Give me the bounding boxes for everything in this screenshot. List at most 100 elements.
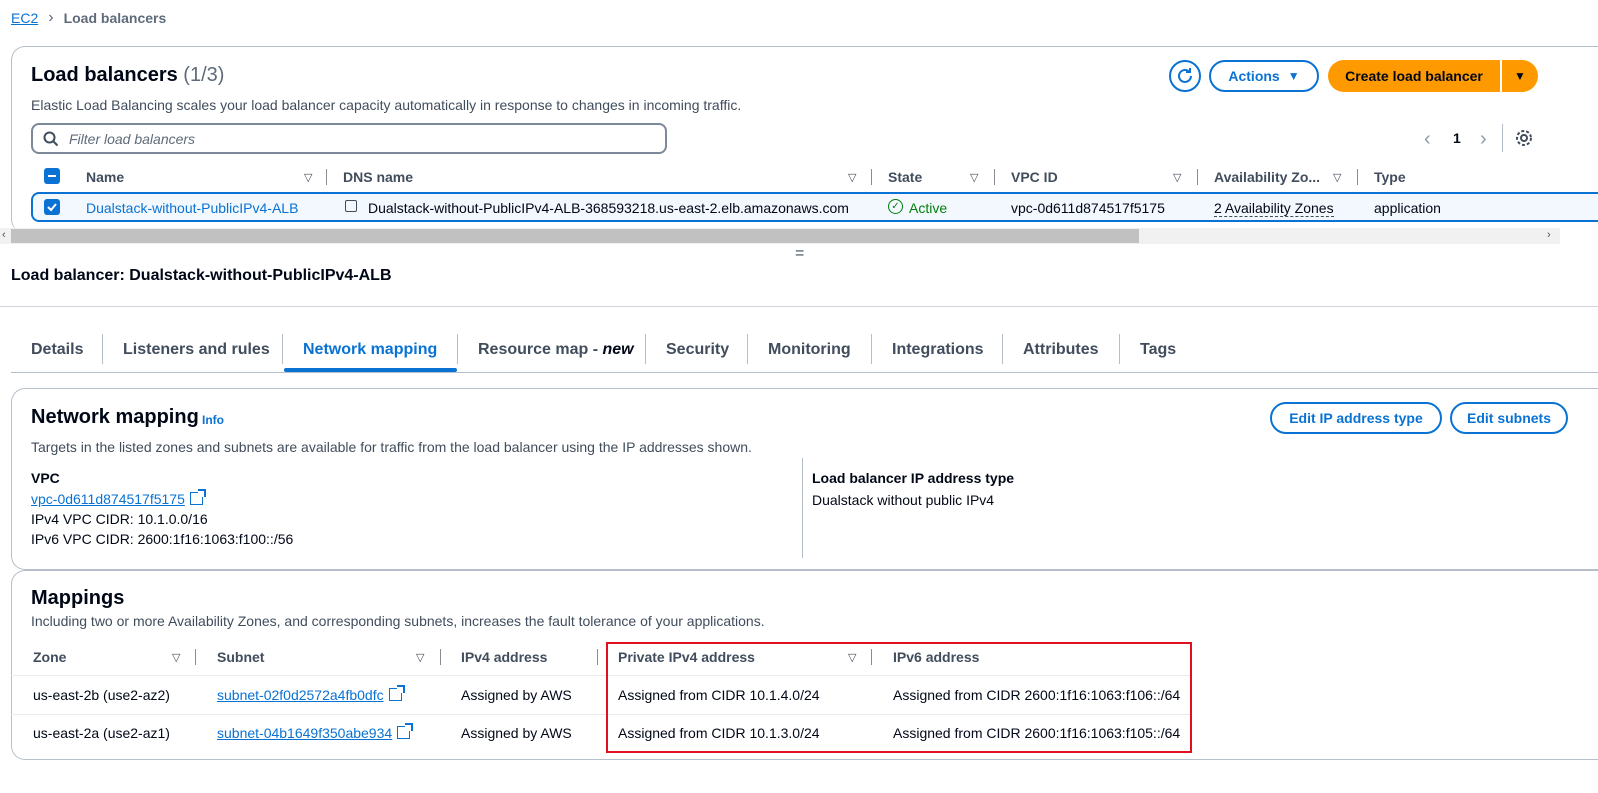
filter-search[interactable]: Filter load balancers	[31, 123, 667, 154]
mappings-title: Mappings	[31, 587, 125, 609]
col-type[interactable]: Type	[1374, 169, 1406, 185]
page-number[interactable]: 1	[1453, 130, 1461, 146]
select-all-checkbox[interactable]	[44, 168, 60, 184]
create-load-balancer-button[interactable]: Create load balancer	[1328, 60, 1500, 92]
col-divider	[994, 169, 995, 185]
col-divider	[1197, 169, 1198, 185]
sort-caret-icon[interactable]: ▽	[970, 171, 978, 184]
col-az[interactable]: Availability Zo...	[1214, 169, 1320, 185]
check-icon	[47, 203, 57, 212]
tab-network-mapping[interactable]: Network mapping	[303, 341, 437, 359]
status-check-icon: ✓	[888, 199, 903, 214]
col-ipv4[interactable]: IPv4 address	[461, 649, 547, 665]
sort-caret-icon[interactable]: ▽	[848, 171, 856, 184]
network-mapping-description: Targets in the listed zones and subnets …	[31, 439, 752, 455]
split-panel-handle[interactable]: =	[795, 245, 804, 263]
divider	[0, 306, 1598, 307]
tab-divider	[102, 334, 103, 364]
col-subnet[interactable]: Subnet	[217, 649, 264, 665]
refresh-icon	[1178, 68, 1192, 83]
external-link-icon	[388, 685, 405, 701]
col-name[interactable]: Name	[86, 169, 124, 185]
sort-caret-icon[interactable]: ▽	[1173, 171, 1181, 184]
tab-listeners[interactable]: Listeners and rules	[123, 341, 270, 359]
scroll-right-icon[interactable]: ›	[1547, 229, 1551, 241]
col-divider	[195, 649, 196, 665]
external-link-icon	[397, 723, 414, 739]
col-divider	[871, 169, 872, 185]
next-page-button[interactable]: ›	[1480, 128, 1487, 151]
copy-icon[interactable]	[345, 200, 357, 212]
tab-tags[interactable]: Tags	[1140, 341, 1176, 359]
tab-divider	[871, 334, 872, 364]
vpc-link[interactable]: vpc-0d611d874517f5175	[31, 491, 185, 507]
col-divider	[597, 649, 598, 665]
breadcrumb-current: Load balancers	[63, 10, 167, 26]
row-az[interactable]: 2 Availability Zones	[1214, 200, 1334, 217]
zone-cell: us-east-2a (use2-az1)	[33, 725, 170, 741]
sort-caret-icon[interactable]: ▽	[172, 651, 180, 664]
actions-button[interactable]: Actions ▼	[1209, 60, 1319, 92]
tab-attributes[interactable]: Attributes	[1023, 341, 1099, 359]
vpc-link-wrap: vpc-0d611d874517f5175	[31, 489, 206, 507]
gear-icon	[1516, 130, 1532, 146]
ipv4-cidr: IPv4 VPC CIDR: 10.1.0.0/16	[31, 511, 208, 527]
scrollbar-thumb[interactable]	[11, 229, 1139, 243]
ipv4-cell: Assigned by AWS	[461, 687, 572, 703]
new-badge: new	[602, 341, 634, 358]
ip-type-label: Load balancer IP address type	[812, 470, 1015, 486]
edit-subnets-button[interactable]: Edit subnets	[1450, 402, 1568, 434]
detail-title: Load balancer: Dualstack-without-PublicI…	[11, 267, 392, 284]
divider	[1502, 124, 1503, 152]
network-mapping-title: Network mapping	[31, 406, 199, 428]
search-input[interactable]: Filter load balancers	[69, 131, 195, 147]
tab-details[interactable]: Details	[31, 341, 83, 359]
ip-type-value: Dualstack without public IPv4	[812, 492, 995, 508]
tab-divider	[645, 334, 646, 364]
scroll-left-icon[interactable]: ‹	[2, 229, 6, 241]
previous-page-button[interactable]: ‹	[1424, 128, 1431, 151]
mappings-description: Including two or more Availability Zones…	[31, 613, 765, 629]
tab-divider	[1002, 334, 1003, 364]
refresh-button[interactable]	[1169, 60, 1201, 92]
tab-resource-map[interactable]: Resource map - new	[478, 341, 634, 359]
external-link-icon	[189, 489, 206, 505]
tab-monitoring[interactable]: Monitoring	[768, 341, 851, 359]
subnet-cell: subnet-04b1649f350abe934	[217, 723, 414, 741]
panel-description: Elastic Load Balancing scales your load …	[31, 97, 742, 113]
create-dropdown-button[interactable]: ▼	[1502, 60, 1538, 92]
info-link[interactable]: Info	[202, 413, 224, 427]
selection-count: (1/3)	[183, 64, 225, 86]
sort-caret-icon[interactable]: ▽	[1333, 171, 1341, 184]
row-name-link[interactable]: Dualstack-without-PublicIPv4-ALB	[86, 200, 298, 216]
subnet-link[interactable]: subnet-02f0d2572a4fb0dfc	[217, 687, 384, 703]
tab-security[interactable]: Security	[666, 341, 729, 359]
col-divider	[1357, 169, 1358, 185]
column-divider	[802, 458, 803, 558]
row-vpc: vpc-0d611d874517f5175	[1011, 200, 1165, 216]
row-dns: Dualstack-without-PublicIPv4-ALB-3685932…	[368, 200, 849, 216]
chevron-right-icon: ›	[48, 9, 54, 26]
ipv6-cidr: IPv6 VPC CIDR: 2600:1f16:1063:f100::/56	[31, 531, 294, 547]
settings-button[interactable]	[1515, 129, 1533, 150]
col-vpc[interactable]: VPC ID	[1011, 169, 1058, 185]
row-state: Active	[909, 200, 948, 216]
col-zone[interactable]: Zone	[33, 649, 66, 665]
row-checkbox[interactable]	[44, 199, 60, 215]
tab-integrations[interactable]: Integrations	[892, 341, 984, 359]
edit-ip-type-button[interactable]: Edit IP address type	[1270, 402, 1442, 434]
tab-divider	[457, 334, 458, 364]
breadcrumb-ec2-link[interactable]: EC2	[11, 10, 38, 26]
tab-divider	[282, 334, 283, 364]
caret-down-icon: ▼	[1287, 69, 1300, 83]
sort-caret-icon[interactable]: ▽	[416, 651, 424, 664]
sort-caret-icon[interactable]: ▽	[304, 171, 312, 184]
panel-title-text: Load balancers	[31, 64, 178, 86]
row-type: application	[1374, 200, 1441, 216]
tab-divider	[1119, 334, 1120, 364]
zone-cell: us-east-2b (use2-az2)	[33, 687, 170, 703]
subnet-link[interactable]: subnet-04b1649f350abe934	[217, 725, 392, 741]
col-dns[interactable]: DNS name	[343, 169, 413, 185]
panel-title: Load balancers (1/3)	[31, 64, 224, 87]
col-state[interactable]: State	[888, 169, 922, 185]
